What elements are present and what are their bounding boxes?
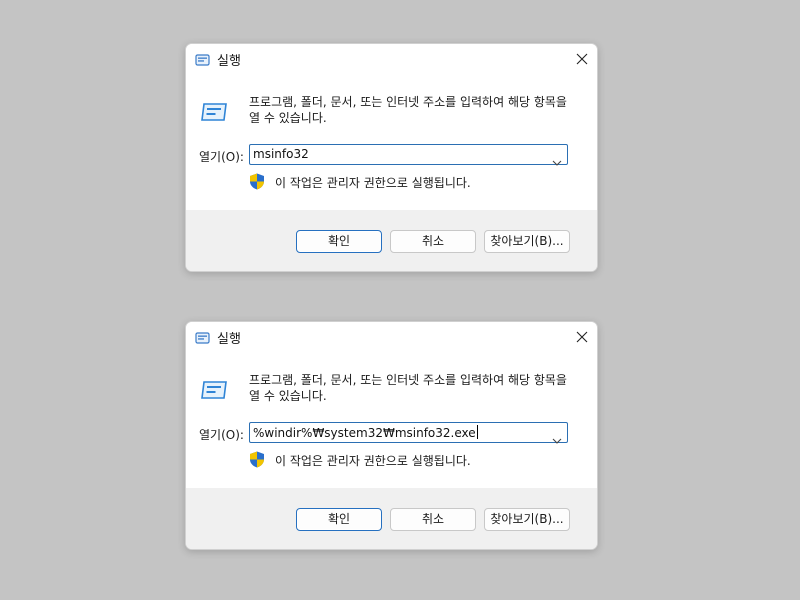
run-icon xyxy=(195,52,210,71)
shield-icon xyxy=(249,173,265,194)
open-combobox[interactable]: msinfo32 xyxy=(249,144,568,166)
run-icon xyxy=(200,380,228,404)
close-icon xyxy=(576,53,588,65)
description-text: 프로그램, 폴더, 문서, 또는 인터넷 주소를 입력하여 해당 항목을 열 수… xyxy=(249,373,567,403)
open-combobox[interactable]: %windir%₩system32₩msinfo32.exe xyxy=(249,422,568,444)
cancel-button[interactable]: 취소 xyxy=(390,230,476,253)
title-bar: 실행 xyxy=(186,44,597,74)
open-label: 열기(O): xyxy=(199,428,244,442)
title-bar: 실행 xyxy=(186,322,597,352)
button-bar: 확인 취소 찾아보기(B)... xyxy=(186,210,597,271)
description-text: 프로그램, 폴더, 문서, 또는 인터넷 주소를 입력하여 해당 항목을 열 수… xyxy=(249,95,567,125)
shield-icon xyxy=(249,451,265,472)
run-icon xyxy=(200,102,228,126)
admin-notice-text: 이 작업은 관리자 권한으로 실행됩니다. xyxy=(275,454,471,468)
ok-button[interactable]: 확인 xyxy=(296,508,382,531)
run-dialog: 실행 프로그램, 폴더, 문서, 또는 인터넷 주소를 입력하여 해당 항목을 … xyxy=(185,43,598,272)
admin-notice-text: 이 작업은 관리자 권한으로 실행됩니다. xyxy=(275,176,471,190)
open-input[interactable]: msinfo32 xyxy=(253,147,309,161)
text-caret xyxy=(476,425,478,439)
cancel-button[interactable]: 취소 xyxy=(390,508,476,531)
close-button[interactable] xyxy=(567,322,597,352)
ok-button[interactable]: 확인 xyxy=(296,230,382,253)
browse-button[interactable]: 찾아보기(B)... xyxy=(484,508,570,531)
open-label: 열기(O): xyxy=(199,150,244,164)
run-dialog: 실행 프로그램, 폴더, 문서, 또는 인터넷 주소를 입력하여 해당 항목을 … xyxy=(185,321,598,550)
close-icon xyxy=(576,331,588,343)
browse-button[interactable]: 찾아보기(B)... xyxy=(484,230,570,253)
open-input[interactable]: %windir%₩system32₩msinfo32.exe xyxy=(253,426,476,440)
open-input-wrap[interactable]: %windir%₩system32₩msinfo32.exe xyxy=(253,425,478,440)
window-title: 실행 xyxy=(217,332,241,347)
window-title: 실행 xyxy=(217,54,241,69)
run-icon xyxy=(195,330,210,349)
close-button[interactable] xyxy=(567,44,597,74)
button-bar: 확인 취소 찾아보기(B)... xyxy=(186,488,597,549)
chevron-down-icon[interactable] xyxy=(552,151,562,170)
chevron-down-icon[interactable] xyxy=(552,429,562,448)
